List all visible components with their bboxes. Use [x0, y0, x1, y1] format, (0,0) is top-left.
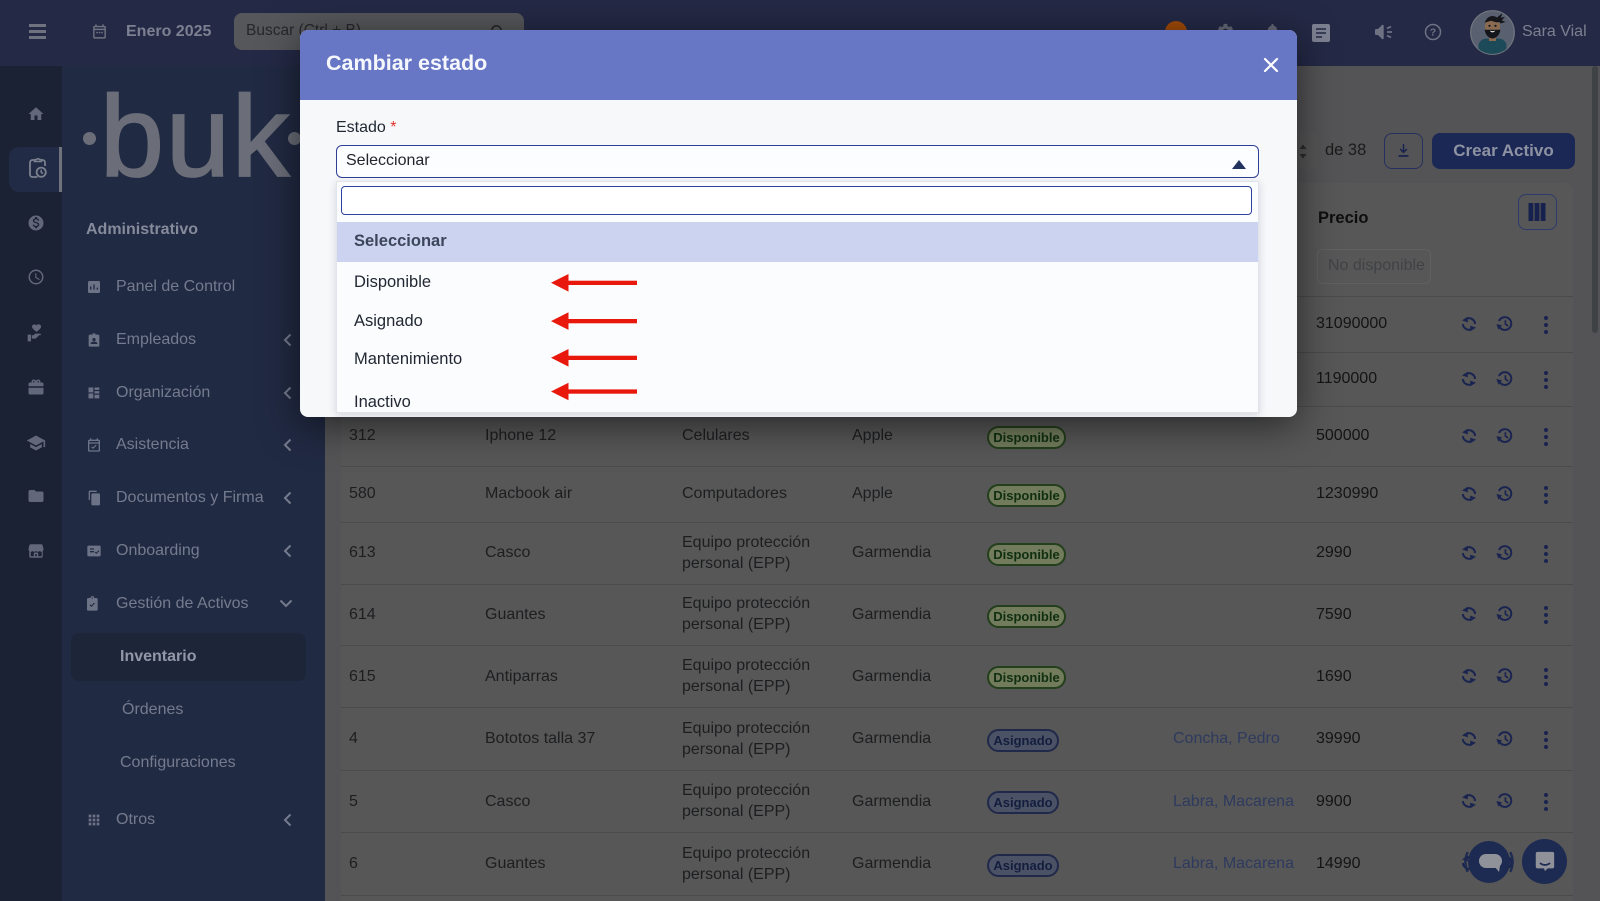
svg-text:?: ? [1430, 26, 1436, 38]
